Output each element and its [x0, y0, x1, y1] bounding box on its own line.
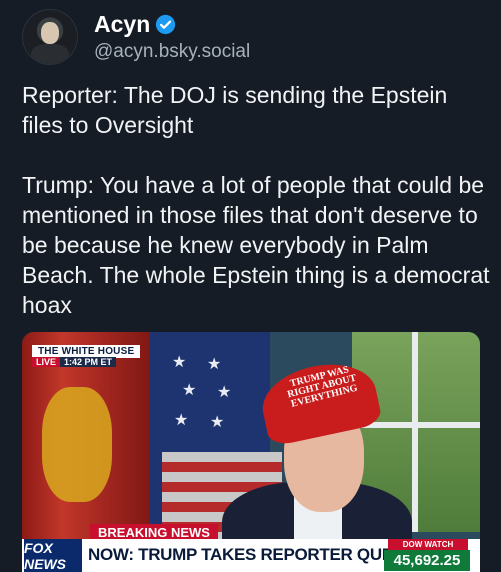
fox-news-logo: FOX NEWS [24, 539, 82, 572]
author-block: Acyn @acyn.bsky.social [94, 11, 250, 63]
dow-watch-value: 45,692.25 [384, 550, 470, 571]
video-thumbnail[interactable]: ★ ★ ★ ★ ★ ★ TRUMP WAS RIGHT ABOUT EVERYT… [22, 332, 480, 572]
avatar-shirt [31, 44, 69, 64]
verified-badge-icon [156, 14, 176, 34]
display-name-row: Acyn [94, 11, 250, 37]
flag-star-icon: ★ [172, 354, 187, 371]
post-header: Acyn @acyn.bsky.social [22, 9, 250, 65]
flag-star-icon: ★ [174, 412, 189, 429]
flag-star-icon: ★ [217, 384, 232, 401]
display-name[interactable]: Acyn [94, 11, 150, 37]
flag-star-icon: ★ [182, 382, 197, 399]
live-indicator: LIVE 1:42 PM ET [32, 357, 117, 367]
post-card: Acyn @acyn.bsky.social Reporter: The DOJ… [0, 0, 501, 572]
flag-star-icon: ★ [207, 356, 222, 373]
seal-emblem [42, 387, 112, 502]
author-handle[interactable]: @acyn.bsky.social [94, 41, 250, 63]
avatar[interactable] [22, 9, 78, 65]
live-badge: LIVE [32, 357, 61, 367]
window-bar [412, 332, 418, 532]
post-text: Reporter: The DOJ is sending the Epstein… [22, 80, 492, 320]
post-paragraph: Reporter: The DOJ is sending the Epstein… [22, 82, 448, 138]
avatar-face [41, 22, 59, 44]
live-time: 1:42 PM ET [60, 357, 117, 367]
flag-star-icon: ★ [210, 414, 225, 431]
post-paragraph: Trump: You have a lot of people that cou… [22, 172, 490, 318]
dow-watch-label: DOW WATCH [388, 539, 468, 550]
